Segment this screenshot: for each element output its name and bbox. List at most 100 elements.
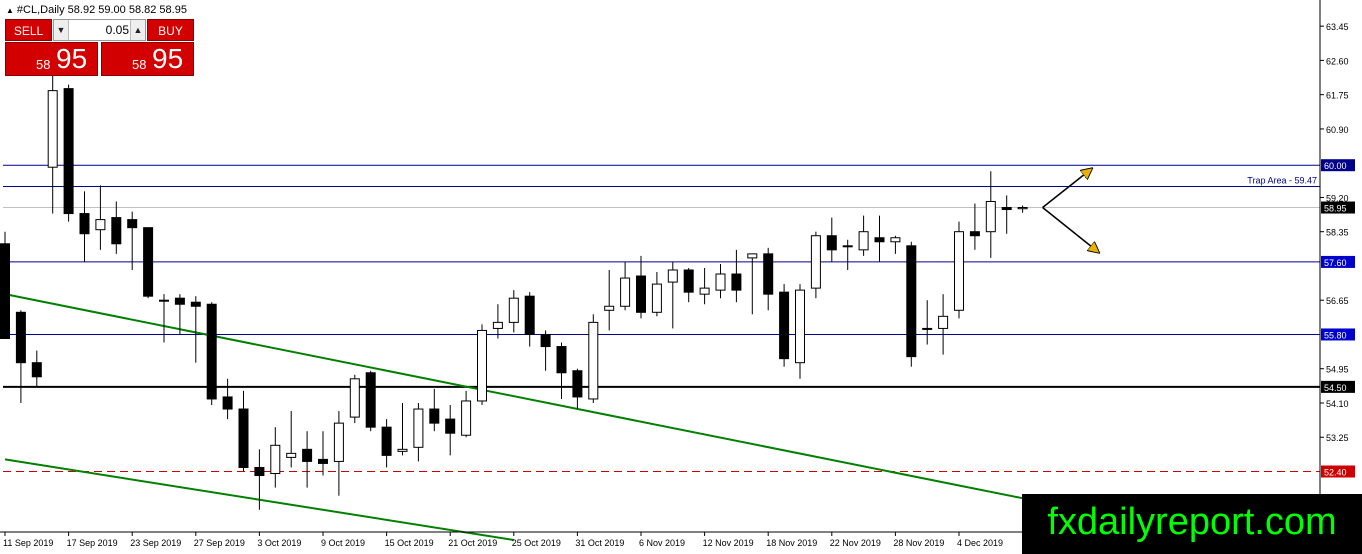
candle-body — [890, 237, 901, 243]
price-tick-label: 53.25 — [1326, 433, 1349, 443]
candle-body — [683, 269, 694, 293]
candle-body — [445, 418, 456, 434]
candle-body — [620, 277, 631, 307]
candle-body — [763, 253, 774, 295]
candle-body — [238, 408, 249, 468]
date-tick-label: 25 Oct 2019 — [512, 538, 561, 548]
ask-price-pips: 95 — [152, 43, 184, 74]
date-tick-label: 17 Sep 2019 — [67, 538, 118, 548]
candle-body — [731, 273, 742, 291]
date-tick-label: 22 Nov 2019 — [830, 538, 881, 548]
candle-body — [143, 227, 154, 297]
trap-area-annotation: Trap Area - 59.47 — [1247, 176, 1317, 186]
candle-body — [413, 408, 424, 448]
candle-body — [826, 235, 837, 251]
candle-body — [254, 466, 265, 477]
candle-body — [1017, 207, 1028, 210]
price-tick-label: 62.60 — [1326, 56, 1349, 66]
candle-body — [127, 219, 138, 229]
chart-title: ▲ #CL,Daily 58.92 59.00 58.82 58.95 — [6, 4, 187, 16]
one-click-trading-panel: SELL ▼ 0.05 ▲ BUY 58 95 58 95 — [5, 19, 194, 76]
candle-body — [588, 321, 599, 400]
candle-body — [95, 219, 106, 231]
candle-body — [302, 448, 313, 462]
candle-body — [842, 245, 853, 248]
candle-body — [47, 90, 58, 168]
candle-body — [874, 237, 885, 243]
lot-size-field[interactable]: ▼ 0.05 ▲ — [53, 19, 146, 41]
candle-body — [0, 243, 10, 339]
candle-body — [572, 370, 583, 398]
candle-body — [524, 295, 535, 335]
price-tick-label: 61.75 — [1326, 91, 1349, 101]
candle-body — [397, 448, 408, 452]
bid-price-pips: 95 — [56, 43, 88, 74]
candle-body — [779, 291, 790, 360]
ohlc-values: 58.92 59.00 58.82 58.95 — [67, 4, 187, 16]
price-tick-label: 58.35 — [1326, 228, 1349, 238]
date-tick-label: 9 Oct 2019 — [321, 538, 365, 548]
price-tick-label: 54.10 — [1326, 399, 1349, 409]
candle-body — [699, 287, 710, 295]
bid-price-display[interactable]: 58 95 — [5, 42, 98, 76]
ask-price-prefix: 58 — [132, 57, 147, 72]
lot-increase-icon[interactable]: ▲ — [130, 20, 145, 40]
date-tick-label: 31 Oct 2019 — [575, 538, 624, 548]
candle-body — [318, 458, 328, 464]
level-tag-label: 52.40 — [1324, 468, 1347, 478]
ask-price-display[interactable]: 58 95 — [101, 42, 194, 76]
arrow-up-scenario — [1042, 170, 1091, 209]
level-tag-label: 58.95 — [1324, 204, 1347, 214]
candle-body — [365, 372, 376, 428]
date-tick-label: 18 Nov 2019 — [766, 538, 817, 548]
date-tick-label: 23 Sep 2019 — [130, 538, 181, 548]
date-tick-label: 4 Dec 2019 — [957, 538, 1003, 548]
candle-body — [174, 297, 185, 305]
candle-body — [1001, 207, 1012, 211]
bid-price-prefix: 58 — [36, 57, 51, 72]
date-tick-label: 11 Sep 2019 — [3, 538, 53, 548]
candle-body — [938, 315, 949, 329]
candle-body — [477, 329, 487, 402]
candles — [0, 68, 1028, 510]
candle-body — [111, 217, 122, 245]
price-tick-label: 63.45 — [1326, 22, 1349, 32]
candle-body — [349, 378, 360, 418]
date-tick-label: 15 Oct 2019 — [385, 538, 434, 548]
candle-body — [747, 253, 758, 259]
candle-body — [969, 231, 980, 237]
candle-body — [715, 273, 726, 291]
collapse-triangle-icon[interactable]: ▲ — [6, 6, 14, 15]
candle-body — [922, 327, 933, 330]
arrow-down-scenario — [1042, 206, 1098, 252]
date-tick-label: 6 Nov 2019 — [639, 538, 685, 548]
candle-body — [985, 200, 996, 233]
sell-button[interactable]: SELL — [5, 19, 52, 41]
lot-decrease-icon[interactable]: ▼ — [54, 20, 69, 40]
candle-body — [15, 311, 26, 364]
candle-body — [429, 408, 440, 424]
candle-body — [954, 231, 964, 311]
watermark-logo: fxdailyreport.com — [1022, 494, 1362, 554]
candle-body — [795, 289, 805, 364]
candle-body — [222, 396, 233, 410]
symbol-label: #CL,Daily — [16, 4, 65, 16]
candle-body — [636, 275, 646, 313]
price-chart[interactable]: Trap Area - 59.47 63.4562.6061.7560.9059… — [0, 0, 1362, 554]
date-tick-label: 3 Oct 2019 — [257, 538, 301, 548]
level-tag-label: 57.60 — [1324, 258, 1347, 268]
candle-body — [604, 305, 615, 311]
candle-body — [159, 299, 169, 302]
candle-body — [206, 303, 217, 400]
candle-body — [492, 321, 503, 329]
candle-body — [333, 422, 344, 462]
candle-body — [651, 283, 662, 313]
level-tag-label: 55.80 — [1324, 330, 1347, 340]
lot-size-value[interactable]: 0.05 — [70, 20, 129, 40]
buy-button[interactable]: BUY — [147, 19, 194, 41]
candle-body — [858, 231, 869, 251]
candle-body — [381, 426, 392, 456]
price-tick-label: 56.65 — [1326, 296, 1349, 306]
candle-body — [286, 452, 297, 458]
date-tick-label: 27 Sep 2019 — [194, 538, 245, 548]
